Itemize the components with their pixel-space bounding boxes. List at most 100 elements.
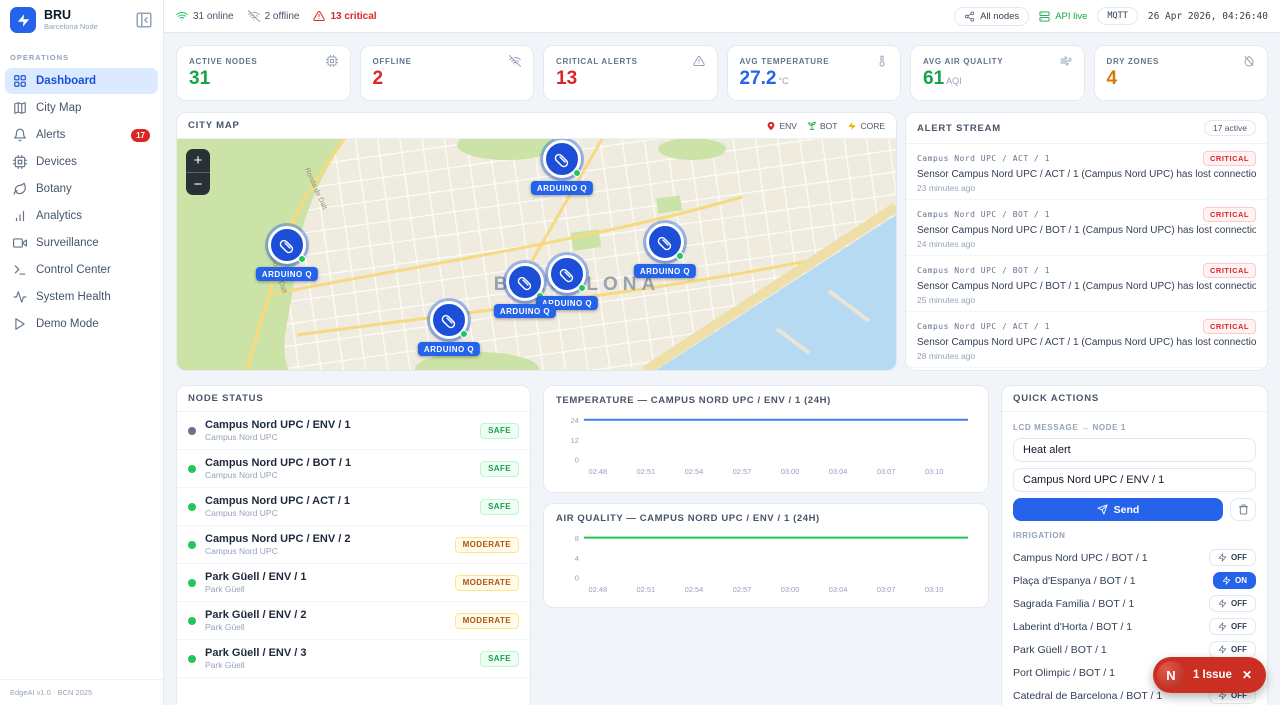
- activity-icon: [13, 290, 27, 304]
- marker-label[interactable]: ARDUINO Q: [633, 264, 697, 278]
- irrigation-zone-name: Catedral de Barcelona / BOT / 1: [1013, 689, 1163, 702]
- sprout-icon: [807, 121, 817, 131]
- node-name: Park Güell / ENV / 1: [205, 571, 307, 583]
- alert-stream-panel: ALERT STREAM 17 active Campus Nord UPC /…: [905, 112, 1268, 371]
- node-status-dot: [188, 502, 196, 511]
- issue-count-label: 1 Issue: [1192, 669, 1232, 681]
- sidebar-item-botany[interactable]: Botany: [5, 176, 158, 202]
- irrigation-row: Laberint d'Horta / BOT / 1 OFF: [1013, 615, 1256, 638]
- node-status-title: NODE STATUS: [188, 393, 264, 404]
- node-name: Campus Nord UPC / BOT / 1: [205, 457, 352, 469]
- node-status-dot: [188, 654, 196, 663]
- node-name: Campus Nord UPC / ENV / 2: [205, 533, 351, 545]
- irrigation-toggle[interactable]: OFF: [1209, 618, 1256, 635]
- app-logo: [10, 7, 36, 33]
- marker-label[interactable]: ARDUINO Q: [493, 304, 557, 318]
- close-icon[interactable]: ✕: [1240, 668, 1254, 682]
- irrigation-toggle[interactable]: OFF: [1209, 595, 1256, 612]
- bolt-icon: [16, 13, 31, 28]
- stat-label: OFFLINE: [372, 56, 412, 66]
- map-legend: ENV BOT CORE: [766, 121, 885, 131]
- marker-label[interactable]: ARDUINO Q: [417, 342, 481, 356]
- toggle-state-label: OFF: [1231, 622, 1247, 631]
- sidebar-collapse-icon[interactable]: [135, 11, 153, 29]
- city-map[interactable]: BARCELONA Ronda de Dalt Ronda de Dalt + …: [177, 139, 896, 370]
- zap-icon: [847, 121, 857, 131]
- node-row: Park Güell / ENV / 3 Park Güell SAFE: [177, 640, 530, 678]
- svg-text:0: 0: [575, 455, 579, 464]
- marker-label[interactable]: ARDUINO Q: [255, 267, 319, 281]
- severity-badge: CRITICAL: [1203, 263, 1256, 278]
- stat-card-critical-alerts: CRITICAL ALERTS 13: [543, 45, 718, 101]
- sidebar-item-analytics[interactable]: Analytics: [5, 203, 158, 229]
- svg-text:03:10: 03:10: [925, 467, 944, 476]
- sidebar-item-demo-mode[interactable]: Demo Mode: [5, 311, 158, 337]
- svg-text:12: 12: [571, 436, 579, 445]
- stat-label: DRY ZONES: [1106, 56, 1160, 66]
- legend-label: BOT: [819, 120, 838, 131]
- lcd-message-input[interactable]: [1013, 438, 1256, 462]
- main-content: ACTIVE NODES 31 OFFLINE 2 CRITICAL ALERTS 13 A…: [164, 33, 1280, 705]
- sidebar-item-control-center[interactable]: Control Center: [5, 257, 158, 283]
- nav-section-label: OPERATIONS: [10, 53, 70, 62]
- svg-text:24: 24: [571, 416, 579, 425]
- irrigation-zone-name: Campus Nord UPC / BOT / 1: [1013, 551, 1148, 564]
- irrigation-zone-name: Sagrada Familia / BOT / 1: [1013, 597, 1135, 610]
- irrigation-toggle[interactable]: OFF: [1209, 641, 1256, 658]
- svg-text:02:57: 02:57: [733, 467, 752, 476]
- city-map-panel: CITY MAP ENV BOT CORE Ronda de Dalt + − …: [176, 112, 897, 371]
- sidebar-item-surveillance[interactable]: Surveillance: [5, 230, 158, 256]
- alert-triangle-icon: [692, 55, 705, 67]
- marker-status-dot: [298, 255, 306, 263]
- alert-triangle-icon: [313, 10, 326, 22]
- send-button[interactable]: Send: [1013, 498, 1223, 521]
- chart-panel: TEMPERATURE — CAMPUS NORD UPC / ENV / 1 …: [543, 385, 989, 493]
- stat-card-avg-air-quality: AVG AIR QUALITY 61 AQI: [910, 45, 1085, 101]
- pill-icon: [657, 234, 674, 251]
- node-row: Campus Nord UPC / ACT / 1 Campus Nord UPC…: [177, 488, 530, 526]
- irrigation-toggle[interactable]: OFF: [1209, 549, 1256, 566]
- zoom-in-button[interactable]: +: [186, 149, 210, 172]
- node-status-badge: MODERATE: [454, 574, 519, 591]
- irrigation-row: Campus Nord UPC / BOT / 1 OFF: [1013, 546, 1256, 569]
- sidebar-item-city-map[interactable]: City Map: [5, 95, 158, 121]
- nodes-icon: [964, 10, 975, 22]
- sidebar-item-system-health[interactable]: System Health: [5, 284, 158, 310]
- map-marker[interactable]: [430, 301, 468, 339]
- quick-actions-title: QUICK ACTIONS: [1013, 393, 1100, 404]
- clear-button[interactable]: [1230, 498, 1256, 521]
- node-status-badge: MODERATE: [454, 536, 519, 553]
- severity-badge: CRITICAL: [1203, 319, 1256, 334]
- alert-time: 25 minutes ago: [917, 295, 976, 305]
- irrigation-zone-name: Laberint d'Horta / BOT / 1: [1013, 620, 1133, 633]
- node-name: Park Güell / ENV / 2: [205, 609, 307, 621]
- map-marker[interactable]: [548, 255, 586, 293]
- sidebar-item-devices[interactable]: Devices: [5, 149, 158, 175]
- app-logo-row: BRU Barcelona Node: [0, 0, 163, 39]
- stat-label: AVG AIR QUALITY: [923, 56, 1004, 66]
- zoom-out-button[interactable]: −: [186, 172, 210, 195]
- svg-text:03:10: 03:10: [925, 585, 944, 594]
- map-marker[interactable]: [646, 223, 684, 261]
- all-nodes-selector[interactable]: All nodes: [954, 6, 1030, 26]
- map-marker[interactable]: [543, 140, 581, 178]
- critical-status: 13 critical: [313, 10, 377, 22]
- active-alerts-badge: 17 active: [1203, 120, 1256, 136]
- sidebar-item-alerts[interactable]: Alerts 17: [5, 122, 158, 148]
- node-location: Campus Nord UPC: [205, 470, 278, 480]
- irrigation-zone-name: Plaça d'Espanya / BOT / 1: [1013, 574, 1136, 587]
- map-marker[interactable]: [268, 226, 306, 264]
- sidebar-item-label: Botany: [36, 183, 72, 195]
- marker-label[interactable]: ARDUINO Q: [530, 181, 594, 195]
- zap-o-icon: [1218, 622, 1227, 631]
- dev-issues-indicator[interactable]: N 1 Issue ✕: [1152, 657, 1266, 693]
- sidebar-item-dashboard[interactable]: Dashboard: [5, 68, 158, 94]
- alert-item: Campus Nord UPC / ACT / 1 CRITICAL Sensor …: [906, 144, 1267, 200]
- api-live-status: API live: [1039, 11, 1087, 22]
- stat-value: 27.2 °C: [739, 68, 789, 89]
- node-row: Campus Nord UPC / ENV / 1 Campus Nord UPC…: [177, 412, 530, 450]
- sidebar-item-label: Analytics: [36, 210, 83, 222]
- irrigation-toggle[interactable]: ON: [1213, 572, 1256, 589]
- target-node-input[interactable]: [1013, 468, 1256, 492]
- node-row: Campus Nord UPC / BOT / 1 Campus Nord UPC…: [177, 450, 530, 488]
